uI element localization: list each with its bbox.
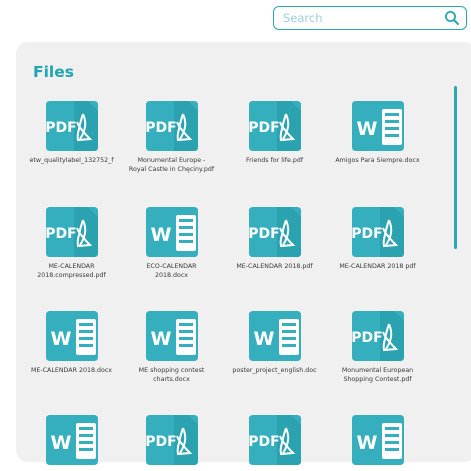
- word-file-icon: W: [145, 311, 198, 361]
- file-item[interactable]: PDF Friends for life.pdf: [222, 99, 327, 166]
- file-name: ME-CALENDAR 2018.compressed.pdf: [37, 263, 106, 279]
- pdf-file-icon: PDF: [45, 101, 98, 151]
- file-name: etw_qualitylabel_132752_f: [29, 157, 114, 164]
- file-item[interactable]: W ECO-CALENDAR 2018.docx: [119, 205, 224, 280]
- file-name: Monumental Europe - Royal Castle in Chęc…: [128, 157, 215, 173]
- svg-text:W: W: [50, 432, 71, 454]
- file-name: ME-CALENDAR 2018 pdf: [339, 263, 416, 270]
- file-name: Friends for life.pdf: [245, 157, 304, 164]
- svg-text:W: W: [356, 432, 377, 454]
- file-item[interactable]: PDF ME-CALENDAR 2018.pdf: [222, 205, 327, 272]
- word-file-icon: W: [351, 101, 404, 151]
- word-file-icon: W: [45, 311, 98, 361]
- pdf-file-icon: PDF: [248, 101, 301, 151]
- svg-text:W: W: [150, 224, 171, 246]
- file-item[interactable]: PDF: [119, 413, 224, 471]
- file-item[interactable]: PDF Monumental European Shopping Contest…: [325, 309, 430, 384]
- file-name: ECO-CALENDAR 2018.docx: [146, 263, 197, 279]
- svg-text:PDF: PDF: [145, 434, 176, 450]
- pdf-file-icon: PDF: [145, 101, 198, 151]
- word-file-icon: W: [248, 311, 301, 361]
- word-file-icon: W: [45, 415, 98, 465]
- svg-text:PDF: PDF: [45, 226, 76, 242]
- svg-text:PDF: PDF: [248, 434, 279, 450]
- file-name: Amigos Para Siempre.docx: [335, 157, 420, 164]
- file-item[interactable]: W ME shopping contest charts.docx: [119, 309, 224, 384]
- file-item[interactable]: Wposter_project_english.doc: [222, 309, 327, 376]
- word-file-icon: W: [145, 207, 198, 257]
- svg-text:PDF: PDF: [145, 120, 176, 136]
- file-name: ME-CALENDAR 2018.pdf: [236, 263, 313, 270]
- svg-text:PDF: PDF: [351, 226, 382, 242]
- section-title: Files: [33, 63, 74, 81]
- svg-text:W: W: [253, 328, 274, 350]
- file-item[interactable]: PDF ME-CALENDAR 2018.compressed.pdf: [19, 205, 124, 280]
- file-item[interactable]: W: [19, 413, 124, 471]
- svg-text:PDF: PDF: [248, 226, 279, 242]
- scrollbar[interactable]: [454, 86, 457, 249]
- search-box[interactable]: [273, 6, 467, 30]
- files-panel: Files PDF etw_qualitylabel_132752_f PDF …: [16, 42, 471, 465]
- file-item[interactable]: PDF ME-CALENDAR 2018 pdf: [325, 205, 430, 272]
- pdf-file-icon: PDF: [351, 207, 404, 257]
- svg-text:W: W: [356, 118, 377, 140]
- file-item[interactable]: W: [325, 413, 430, 471]
- file-item[interactable]: PDF etw_qualitylabel_132752_f: [19, 99, 124, 166]
- svg-text:PDF: PDF: [45, 120, 76, 136]
- file-item[interactable]: PDF Monumental Europe - Royal Castle in …: [119, 99, 224, 174]
- svg-text:PDF: PDF: [248, 120, 279, 136]
- svg-text:PDF: PDF: [351, 330, 382, 346]
- file-name: Monumental European Shopping Contest.pdf: [341, 367, 414, 383]
- file-name: ME-CALENDAR 2018.docx: [30, 367, 113, 374]
- word-file-icon: W: [351, 415, 404, 465]
- file-name: ME shopping contest charts.docx: [138, 367, 205, 383]
- search-input[interactable]: [274, 7, 443, 29]
- file-item[interactable]: PDF: [222, 413, 327, 471]
- pdf-file-icon: PDF: [248, 415, 301, 465]
- file-item[interactable]: W ME-CALENDAR 2018.docx: [19, 309, 124, 376]
- pdf-file-icon: PDF: [248, 207, 301, 257]
- search-icon[interactable]: [444, 10, 460, 26]
- svg-text:W: W: [50, 328, 71, 350]
- file-name: poster_project_english.doc: [232, 367, 317, 374]
- pdf-file-icon: PDF: [45, 207, 98, 257]
- svg-text:W: W: [150, 328, 171, 350]
- file-item[interactable]: W Amigos Para Siempre.docx: [325, 99, 430, 166]
- pdf-file-icon: PDF: [145, 415, 198, 465]
- pdf-file-icon: PDF: [351, 311, 404, 361]
